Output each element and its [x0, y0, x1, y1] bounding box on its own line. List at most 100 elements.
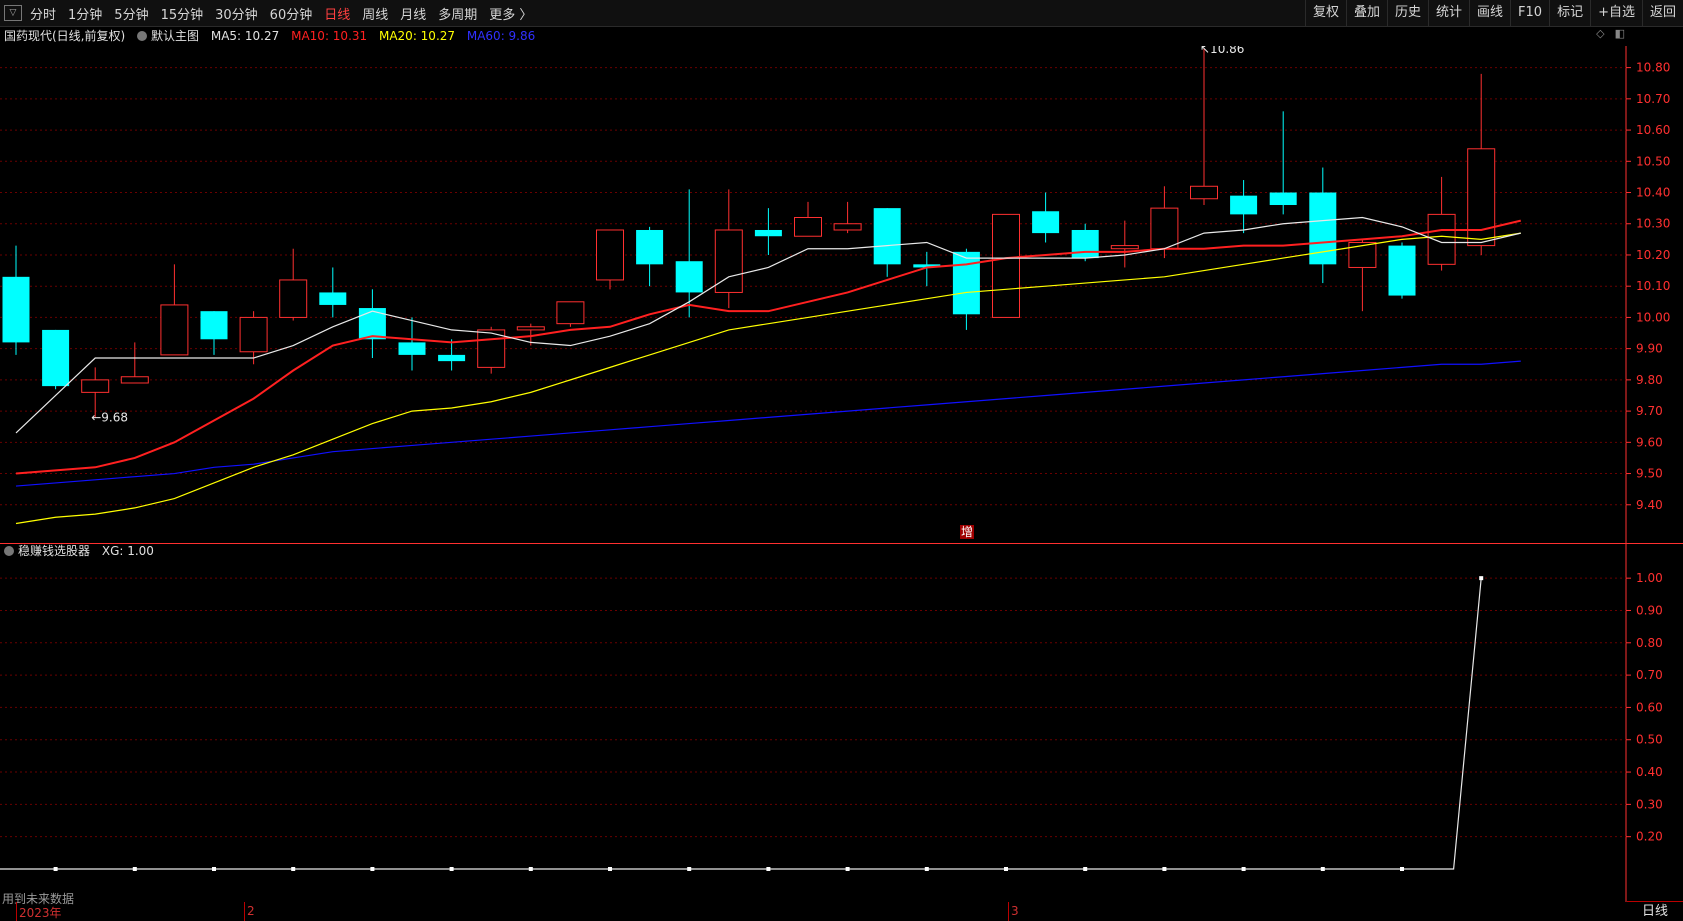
candle-body-up — [794, 216, 822, 237]
price-tick-label: 10.50 — [1636, 154, 1670, 168]
candle-body-up — [1110, 245, 1139, 250]
candle-body-down — [1230, 195, 1258, 215]
price-tick-label: 9.70 — [1636, 404, 1663, 418]
candle-body-up — [556, 301, 585, 325]
indicator-tick-label: 1.00 — [1636, 571, 1663, 585]
ma60-legend: MA60: 9.86 — [466, 29, 536, 43]
mark-button[interactable]: 标记 — [1549, 0, 1590, 26]
xg-point — [53, 867, 58, 871]
statistics-button[interactable]: 统计 — [1428, 0, 1469, 26]
price-annotation: ↖10.86 — [1200, 46, 1244, 56]
tab-30min[interactable]: 30分钟 — [215, 4, 258, 23]
candle-body-down — [398, 342, 426, 355]
tab-15min[interactable]: 15分钟 — [161, 4, 204, 23]
tab-1min[interactable]: 1分钟 — [68, 4, 102, 23]
candle-body-up — [516, 326, 545, 331]
xg-point — [528, 867, 533, 871]
xg-point — [687, 867, 692, 871]
diamond-icon[interactable]: ◇ — [1596, 27, 1604, 40]
date-axis: 2023年 2 3 — [0, 902, 1626, 921]
window-icon[interactable]: ◧ — [1615, 27, 1625, 40]
candle-body-up — [279, 279, 308, 318]
price-tick-label: 10.20 — [1636, 248, 1670, 262]
xg-point — [1400, 867, 1404, 871]
candle-body-down — [1388, 245, 1416, 296]
main-label[interactable]: 默认主图 — [137, 29, 199, 43]
menu-icon[interactable]: ▽ — [4, 5, 22, 21]
candle-body-up — [1150, 207, 1179, 250]
xg-point — [1083, 867, 1088, 871]
candle-body-down — [675, 261, 703, 293]
tab-more[interactable]: 更多 〉 — [489, 4, 532, 23]
add-watchlist-button[interactable]: +自选 — [1590, 0, 1642, 26]
indicator-tick-label: 0.50 — [1636, 733, 1663, 747]
history-button[interactable]: 历史 — [1386, 0, 1428, 26]
tab-5min[interactable]: 5分钟 — [114, 4, 148, 23]
xg-line — [0, 578, 1482, 870]
draw-line-button[interactable]: 画线 — [1469, 0, 1510, 26]
stock-title[interactable]: 国药现代(日线,前复权) — [4, 29, 125, 43]
indicator-tick-label: 0.40 — [1636, 765, 1663, 779]
indicator-tick-label: 0.20 — [1636, 830, 1663, 844]
xg-point — [212, 867, 216, 871]
xg-point — [766, 867, 771, 871]
candle-body-up — [1348, 241, 1377, 268]
candle-body-down — [754, 229, 782, 237]
xg-signal-point — [1479, 576, 1484, 581]
indicator-tick-label: 0.90 — [1636, 603, 1663, 617]
tab-multi-period[interactable]: 多周期 — [438, 4, 477, 23]
price-tick-label: 9.80 — [1636, 373, 1663, 387]
candlestick-chart[interactable]: 10.80 10.70 10.60 10.50 10.40 10.30 10.20 10.10… — [0, 46, 1683, 544]
candle-body-up — [239, 316, 268, 353]
xg-point — [1320, 867, 1325, 871]
xg-point — [1004, 867, 1008, 871]
xg-point — [291, 867, 296, 871]
back-button[interactable]: 返回 — [1641, 0, 1683, 26]
candle-body-up — [833, 223, 862, 231]
action-buttons: 复权 叠加 历史 统计 画线 F10 标记 +自选 返回 — [1304, 0, 1683, 26]
price-annotation: ←9.68 — [91, 410, 128, 424]
xg-point — [1241, 867, 1246, 871]
tab-weekly[interactable]: 周线 — [362, 4, 388, 23]
candle-body-down — [2, 276, 30, 343]
date-tick — [1008, 902, 1009, 921]
candle-body-up — [992, 213, 1020, 318]
candle-body-down — [200, 311, 228, 340]
price-tick-label: 9.90 — [1636, 342, 1663, 356]
adjust-button[interactable]: 复权 — [1304, 0, 1346, 26]
date-label: 2023年 — [19, 906, 62, 920]
xg-point — [370, 867, 375, 871]
tab-fenshi[interactable]: 分时 — [30, 4, 56, 23]
candle-body-down — [1269, 192, 1297, 206]
price-tick-label: 10.30 — [1636, 217, 1670, 231]
xg-point — [132, 867, 137, 871]
price-tick-label: 9.60 — [1636, 435, 1663, 449]
candle-body-down — [636, 229, 664, 265]
increase-marker: 增 — [960, 525, 975, 539]
candle-body-up — [160, 304, 189, 356]
candle-body-down — [319, 292, 347, 305]
f10-button[interactable]: F10 — [1510, 0, 1549, 26]
tab-daily[interactable]: 日线 — [324, 4, 350, 23]
tab-60min[interactable]: 60分钟 — [270, 4, 313, 23]
tab-monthly[interactable]: 月线 — [400, 4, 426, 23]
xg-point — [449, 867, 454, 871]
overlay-button[interactable]: 叠加 — [1345, 0, 1387, 26]
panel-icons: ◇ ◧ — [1596, 27, 1625, 40]
price-tick-label: 10.10 — [1636, 279, 1670, 293]
indicator-chart[interactable]: 1.00 0.90 0.80 0.70 0.60 0.50 0.40 0.30 0.20 — [0, 544, 1683, 902]
candle-body-up — [120, 376, 149, 384]
period-tabs: ▽ 分时 1分钟 5分钟 15分钟 30分钟 60分钟 日线 周线 月线 多周期… — [0, 0, 544, 26]
ma20-line — [15, 232, 1521, 525]
price-tick-label: 10.80 — [1636, 61, 1670, 75]
candle-body-down — [358, 308, 386, 340]
price-tick-label: 9.50 — [1636, 467, 1663, 481]
price-tick-label: 10.60 — [1636, 123, 1670, 137]
date-label: 2 — [247, 904, 255, 918]
candle-body-down — [873, 208, 901, 265]
indicator-tick-label: 0.60 — [1636, 700, 1663, 714]
candle-body-up — [1190, 185, 1218, 200]
xg-point — [608, 867, 612, 871]
candle-body-up — [81, 379, 110, 393]
candle-body-up — [596, 229, 624, 281]
